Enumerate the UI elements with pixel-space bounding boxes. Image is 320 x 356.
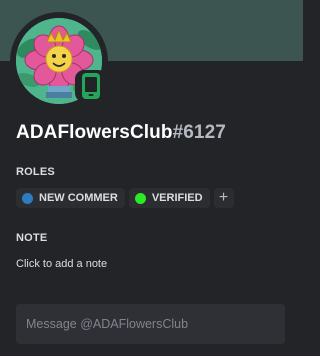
- message-input[interactable]: [16, 304, 285, 344]
- roles-list: NEW COMMER VERIFIED +: [16, 188, 234, 208]
- username-discriminator: #6127: [172, 122, 226, 143]
- role-label: VERIFIED: [151, 192, 203, 204]
- role-label: NEW COMMER: [39, 192, 118, 204]
- role-color-dot: [134, 192, 146, 204]
- status-indicator: [75, 70, 107, 102]
- role-color-dot: [22, 192, 33, 204]
- user-profile-popout: ADAFlowersClub#6127 ROLES NEW COMMER VER…: [0, 0, 303, 356]
- note-heading: NOTE: [16, 232, 48, 244]
- add-role-button[interactable]: +: [213, 188, 234, 208]
- mobile-online-icon: [82, 73, 100, 99]
- username-name: ADAFlowersClub: [16, 122, 173, 143]
- note-field[interactable]: Click to add a note: [16, 258, 107, 270]
- role-new-commer[interactable]: NEW COMMER: [16, 188, 125, 208]
- roles-heading: ROLES: [16, 166, 55, 178]
- username: ADAFlowersClub#6127: [16, 122, 226, 144]
- role-verified[interactable]: VERIFIED: [128, 188, 210, 208]
